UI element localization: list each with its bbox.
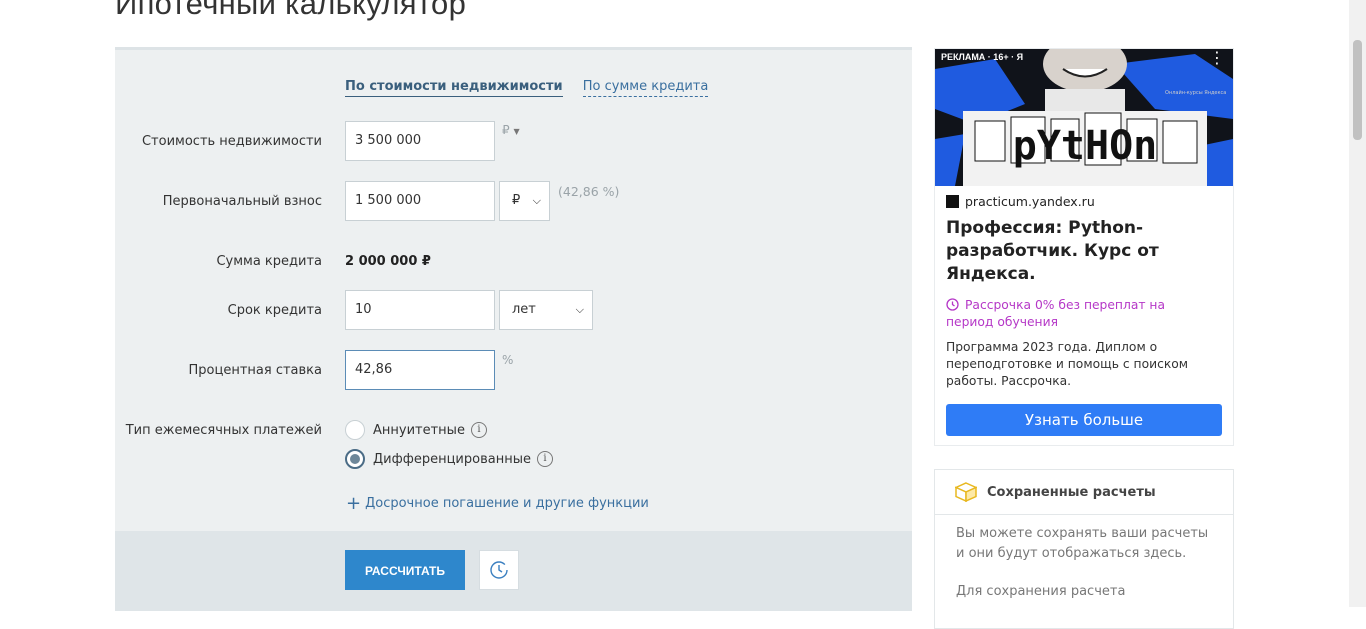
page-scrollbar[interactable] [1349,0,1366,607]
ad-artwork: pYtHOn Онлайн-курсы Яндекса [935,49,1233,186]
ad-description: Программа 2023 года. Диплом о переподгот… [946,340,1189,388]
chevron-down-icon: ⌵ [575,303,584,316]
radio-annuity-control[interactable] [345,420,365,440]
term-label: Срок кредита [227,303,322,318]
radio-differentiated[interactable]: Дифференцированные i [345,449,553,469]
ad-image-word: pYtHOn [1013,123,1158,169]
rate-unit: % [502,353,514,367]
property-cost-label: Стоимость недвижимости [141,134,322,149]
ad-title[interactable]: Профессия: Python-разработчик. Курс от Я… [946,217,1176,286]
more-functions-label: Досрочное погашение и другие функции [365,496,649,511]
radio-differentiated-control[interactable] [345,449,365,469]
more-vertical-icon[interactable]: ⋮ [1209,50,1225,66]
tab-by-property-cost[interactable]: По стоимости недвижимости [345,79,563,97]
ad-domain-text: practicum.yandex.ru [965,194,1095,209]
loan-amount-label: Сумма кредита [216,254,322,269]
radio-annuity-label: Аннуитетные [373,422,465,438]
down-payment-percent: (42,86 %) [558,184,620,199]
ad-learn-more-button[interactable]: Узнать больше [946,404,1222,436]
radio-annuity[interactable]: Аннуитетные i [345,420,487,440]
calculator-panel: По стоимости недвижимости По сумме креди… [115,47,912,611]
down-payment-label: Первоначальный взнос [162,194,322,209]
term-unit-value: лет [512,302,536,317]
calc-mode-tabs: По стоимости недвижимости По сумме креди… [345,79,709,97]
payment-type-label: Тип ежемесячных платежей [125,423,322,438]
down-payment-unit-value: ₽ [512,193,521,208]
down-payment-unit-select[interactable]: ₽ ⌵ [499,181,550,221]
box-icon [955,482,977,502]
clock-icon [490,561,508,579]
practicum-logo-icon [946,195,959,208]
rate-label: Процентная ставка [188,363,323,378]
loan-amount-value: 2 000 000 ₽ [345,254,431,269]
ad-domain[interactable]: practicum.yandex.ru [946,194,1095,209]
saved-calculations-header: Сохраненные расчеты [935,470,1233,515]
page-title: Ипотечный калькулятор [115,0,467,21]
radio-differentiated-label: Дифференцированные [373,451,531,467]
currency-label: ₽ [502,123,510,137]
history-button[interactable] [479,550,519,590]
saved-calculations-title: Сохраненные расчеты [987,485,1156,500]
saved-calculations-text: Вы можете сохранять ваши расчеты и они б… [956,526,1209,561]
advertisement[interactable]: pYtHOn Онлайн-курсы Яндекса РЕКЛАМА · 16… [934,48,1234,446]
down-payment-input[interactable]: 1 500 000 [345,181,495,221]
info-icon[interactable]: i [536,451,553,467]
rate-input[interactable]: 42,86 [345,350,495,390]
ad-label: РЕКЛАМА · 16+ · Я [941,52,1024,62]
chevron-down-icon: ⌵ [532,194,541,207]
ad-image[interactable]: pYtHOn Онлайн-курсы Яндекса РЕКЛАМА · 16… [935,49,1233,186]
ad-image-caption: Онлайн-курсы Яндекса [1165,89,1226,96]
property-cost-currency-dropdown[interactable]: ₽ ▼ [502,123,520,137]
plus-icon: + [346,493,362,514]
property-cost-input[interactable]: 3 500 000 [345,121,495,161]
saved-calculations-hint: Для сохранения расчета [956,584,1126,599]
term-unit-select[interactable]: лет ⌵ [499,290,593,330]
caret-down-icon: ▼ [513,127,520,136]
clock-icon [946,298,959,311]
more-functions-link[interactable]: + Досрочное погашение и другие функции [346,493,649,514]
calculate-button[interactable]: РАССЧИТАТЬ [345,550,465,590]
tab-by-loan-amount[interactable]: По сумме кредита [582,79,709,97]
info-icon[interactable]: i [470,422,487,438]
saved-calculations-panel: Сохраненные расчеты Вы можете сохранять … [934,469,1234,629]
ad-installment: Рассрочка 0% без переплат на период обуч… [946,297,1216,331]
term-input[interactable]: 10 [345,290,495,330]
ad-installment-text: Рассрочка 0% без переплат на период обуч… [946,298,1166,329]
scrollbar-thumb[interactable] [1353,40,1362,140]
